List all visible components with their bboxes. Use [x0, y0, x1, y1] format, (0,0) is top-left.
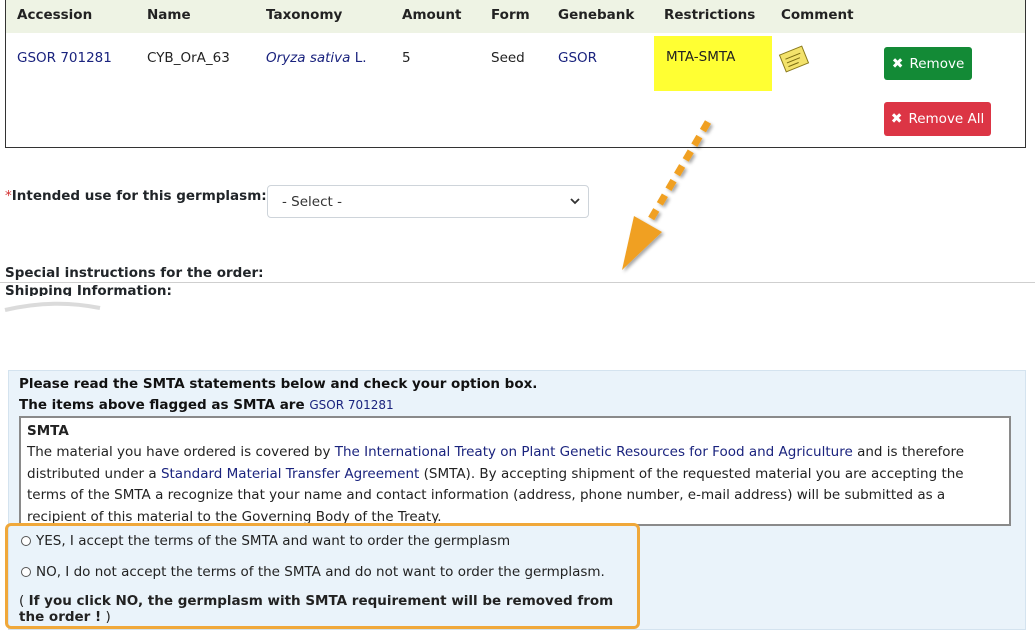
treaty-link[interactable]: The International Treaty on Plant Geneti…: [335, 444, 853, 460]
taxonomy-species: Oryza sativa: [266, 50, 351, 66]
restriction-label: MTA-SMTA: [666, 49, 736, 65]
option-yes-label: YES, I accept the terms of the SMTA and …: [36, 533, 511, 549]
taxonomy-link[interactable]: Oryza sativa L.: [266, 50, 367, 66]
option-yes[interactable]: YES, I accept the terms of the SMTA and …: [21, 533, 510, 549]
warning-open: (: [19, 593, 25, 609]
col-comment: Comment: [781, 7, 854, 23]
col-form: Form: [491, 7, 530, 23]
remove-button[interactable]: ✖ Remove: [884, 47, 972, 80]
remove-label: Remove: [909, 55, 965, 72]
taxonomy-author: L.: [354, 50, 367, 66]
smta-flagged-prefix: The items above flagged as SMTA are: [19, 397, 305, 413]
smta-warning: ( If you click NO, the germplasm with SM…: [19, 593, 637, 625]
close-icon: ✖: [891, 55, 904, 72]
warning-close: ): [105, 609, 111, 625]
intended-use-text: Intended use for this germplasm:: [11, 188, 267, 204]
smta-flagged-accession-link[interactable]: GSOR 701281: [309, 398, 393, 412]
smta-box-title: SMTA: [27, 423, 69, 439]
item-amount: 5: [402, 50, 411, 66]
table-header: Accession Name Taxonomy Amount Form Gene…: [6, 0, 1025, 33]
item-name: CYB_OrA_63: [147, 50, 230, 66]
required-mark: *: [5, 188, 12, 204]
special-instructions-label: Special instructions for the order:: [5, 265, 264, 281]
order-table: Accession Name Taxonomy Amount Form Gene…: [5, 0, 1026, 148]
remove-all-label: Remove All: [908, 111, 985, 127]
col-name: Name: [147, 7, 191, 23]
radio-no[interactable]: [21, 567, 31, 577]
smta-statement-box: SMTA The material you have ordered is co…: [19, 416, 1011, 526]
item-form: Seed: [491, 50, 525, 66]
smta-statement: The material you have ordered is covered…: [27, 442, 1003, 528]
radio-yes[interactable]: [21, 536, 31, 546]
col-genebank: Genebank: [558, 7, 635, 23]
option-no-label: NO, I do not accept the terms of the SMT…: [36, 564, 605, 580]
smta-text-1: The material you have ordered is covered…: [27, 444, 331, 460]
col-accession: Accession: [17, 7, 93, 23]
note-icon[interactable]: [778, 45, 810, 73]
torn-edge-divider: [0, 296, 1035, 352]
intended-use-select[interactable]: - Select -: [267, 185, 589, 218]
smta-flagged-line: The items above flagged as SMTA are GSOR…: [19, 397, 394, 413]
remove-all-button[interactable]: ✖ Remove All: [884, 102, 991, 136]
smta-agreement-link[interactable]: Standard Material Transfer Agreement: [161, 466, 419, 482]
intended-use-label: *Intended use for this germplasm:: [5, 188, 267, 204]
smta-intro: Please read the SMTA statements below an…: [19, 376, 538, 392]
dotted-arrow-icon: [622, 120, 712, 270]
restriction-highlight: MTA-SMTA: [654, 36, 772, 91]
select-value: - Select -: [282, 194, 342, 210]
accession-link[interactable]: GSOR 701281: [17, 50, 112, 66]
smta-options-callout: YES, I accept the terms of the SMTA and …: [5, 523, 640, 629]
col-amount: Amount: [402, 7, 462, 23]
col-taxonomy: Taxonomy: [266, 7, 343, 23]
chevron-down-icon: [570, 198, 580, 205]
genebank-link[interactable]: GSOR: [558, 50, 597, 66]
option-no[interactable]: NO, I do not accept the terms of the SMT…: [21, 564, 605, 580]
col-restrictions: Restrictions: [664, 7, 756, 23]
close-icon: ✖: [890, 111, 903, 127]
